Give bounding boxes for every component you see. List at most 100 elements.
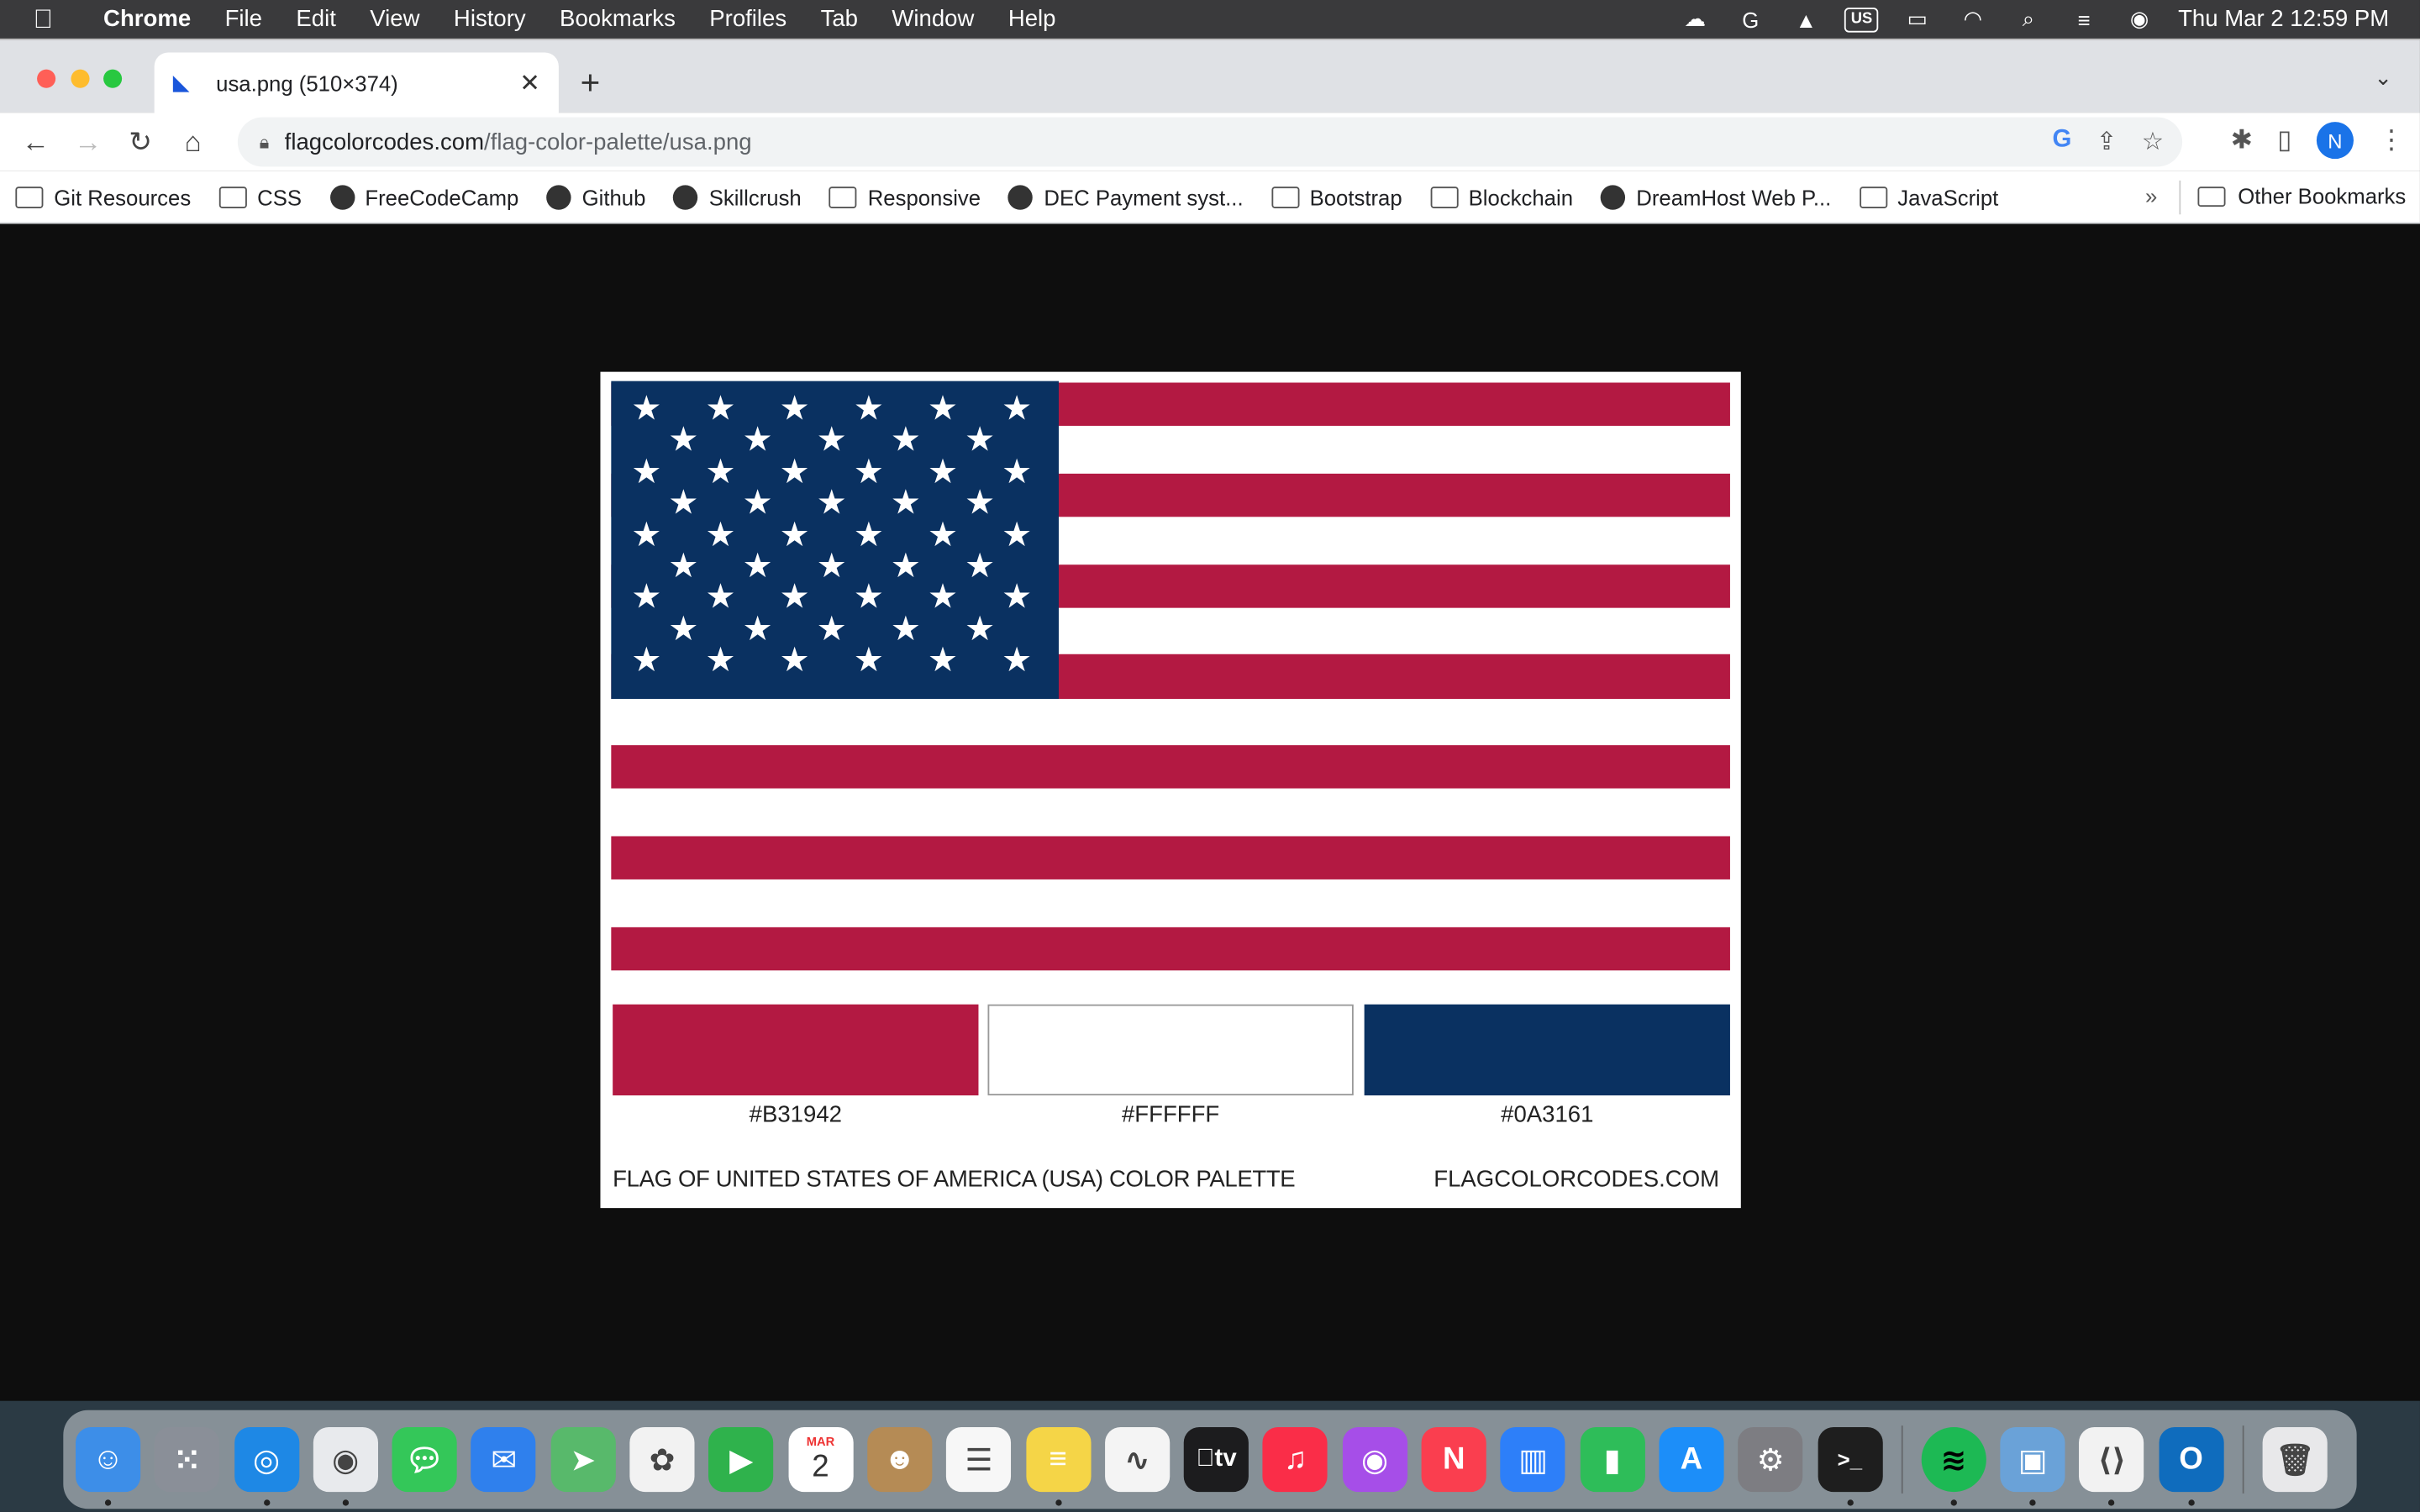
finder-icon[interactable]: ☺	[75, 1426, 141, 1506]
system-settings-icon[interactable]: ⚙	[1738, 1426, 1803, 1493]
menu-profiles[interactable]: Profiles	[692, 0, 803, 39]
flag-star: ★	[779, 516, 810, 555]
mail-icon[interactable]: ✉	[471, 1426, 537, 1493]
reload-icon[interactable]: ↻	[114, 126, 166, 159]
menu-file[interactable]: File	[208, 0, 279, 39]
flag-star: ★	[668, 422, 699, 461]
bookmark-item[interactable]: Responsive	[829, 184, 981, 209]
bookmark-item[interactable]: DEC Payment syst...	[1008, 184, 1244, 209]
bookmark-item[interactable]: Git Resources	[15, 184, 191, 209]
freecodecamp-icon	[329, 184, 355, 209]
bookmark-item[interactable]: JavaScript	[1859, 184, 1998, 209]
address-bar[interactable]: 🔒︎ flagcolorcodes.com /flag-color-palett…	[237, 117, 2183, 167]
profile-avatar[interactable]: N	[2316, 122, 2354, 160]
spotlight-search-icon[interactable]: ⌕	[2012, 6, 2045, 31]
bookmark-item[interactable]: CSS	[218, 184, 302, 209]
extensions-puzzle-icon[interactable]: ✱	[2231, 125, 2253, 156]
page-content: ★ ★ ★ ★ ★ ★ ★ ★ ★ ★ ★ ★ ★ ★ ★ ★ ★ ★ ★ ★ ★ ★ ★ ★ ★ ★ ★ ★ ★ ★ ★ ★ ★ ★ ★ ★ ★ ★ ★ ★…	[0, 225, 2420, 1401]
photos-icon[interactable]: ✿	[629, 1426, 695, 1493]
music-icon[interactable]: ♫	[1263, 1426, 1328, 1493]
close-tab-icon[interactable]: ✕	[519, 68, 540, 99]
outlook-icon[interactable]: O	[2159, 1426, 2224, 1506]
input-source-badge[interactable]: US	[1844, 7, 1879, 32]
flag-star: ★	[816, 422, 847, 461]
bookmark-label: DEC Payment syst...	[1044, 184, 1244, 209]
spotify-icon[interactable]: ≋	[1921, 1426, 1986, 1506]
swatch-red	[613, 1004, 979, 1096]
facetime-icon[interactable]: ▶	[708, 1426, 774, 1493]
maps-icon[interactable]: ➤	[550, 1426, 616, 1493]
bookmark-item[interactable]: Github	[546, 184, 645, 209]
podcasts-icon[interactable]: ◉	[1342, 1426, 1407, 1493]
chrome-menu-icon[interactable]: ⋮	[2378, 125, 2404, 156]
menu-app-name[interactable]: Chrome	[87, 0, 208, 39]
menu-window[interactable]: Window	[875, 0, 991, 39]
menu-view[interactable]: View	[353, 0, 437, 39]
menubar-clock[interactable]: Thu Mar 2 12:59 PM	[2178, 6, 2389, 32]
close-window-button[interactable]	[37, 69, 56, 88]
trash-icon[interactable]: 🗑︎	[2262, 1426, 2328, 1493]
forward-icon[interactable]: →	[61, 126, 113, 159]
terminal-icon[interactable]: >_	[1817, 1426, 1882, 1506]
swatch-label-white: #FFFFFF	[1121, 1101, 1220, 1128]
flag-star: ★	[779, 642, 810, 681]
tab-search-chevron-icon[interactable]: ⌄	[2374, 65, 2392, 91]
bookmark-item[interactable]: Bootstrap	[1270, 184, 1402, 209]
menu-history[interactable]: History	[437, 0, 543, 39]
freeform-icon[interactable]: ∿	[1104, 1426, 1170, 1493]
preview-icon[interactable]: ▣	[2000, 1426, 2065, 1506]
side-panel-icon[interactable]: ▯	[2277, 125, 2291, 156]
bookmark-star-icon[interactable]: ☆	[2142, 127, 2164, 158]
fullscreen-window-button[interactable]	[103, 69, 123, 88]
tab-active[interactable]: ◣ usa.png (510×374) ✕	[154, 52, 559, 114]
vscode-icon[interactable]: ⟨⟩	[2079, 1426, 2144, 1506]
toolbar-right: ✱ ▯ N ⋮	[2231, 122, 2405, 160]
flag-star: ★	[890, 548, 922, 586]
dock-separator	[1901, 1425, 1903, 1494]
reminders-icon[interactable]: ☰	[946, 1426, 1012, 1493]
running-indicator	[2187, 1499, 2195, 1506]
safari-icon[interactable]: ◎	[234, 1426, 299, 1506]
grammarly-icon[interactable]: G	[1733, 7, 1767, 31]
bookmark-item[interactable]: Skillcrush	[673, 184, 802, 209]
chrome-icon[interactable]: ◉	[313, 1426, 378, 1506]
news-icon[interactable]: N	[1421, 1426, 1486, 1493]
menu-help[interactable]: Help	[992, 0, 1073, 39]
messages-icon[interactable]: 💬︎	[392, 1426, 458, 1493]
bookmark-item[interactable]: Blockchain	[1429, 184, 1573, 209]
bookmark-item[interactable]: DreamHost Web P...	[1601, 184, 1831, 209]
menu-edit[interactable]: Edit	[279, 0, 353, 39]
control-center-icon[interactable]: ≡	[2067, 7, 2101, 31]
battery-icon[interactable]: ▭	[1900, 6, 1933, 31]
menu-tab[interactable]: Tab	[803, 0, 875, 39]
numbers-icon[interactable]: ▮	[1580, 1426, 1645, 1493]
drive-icon[interactable]: ▲	[1789, 7, 1823, 31]
share-icon[interactable]: ⇪	[2096, 127, 2118, 158]
site-favicon-icon: ◣	[172, 69, 190, 95]
tab-title: usa.png (510×374)	[216, 71, 398, 96]
back-icon[interactable]: ←	[9, 126, 61, 159]
new-tab-icon[interactable]: +	[581, 63, 601, 103]
creative-cloud-icon[interactable]: ☁	[1678, 6, 1712, 31]
bookmarks-overflow-icon[interactable]: »	[2145, 184, 2157, 208]
other-bookmarks-folder[interactable]: Other Bookmarks	[2197, 184, 2406, 208]
lock-icon[interactable]: 🔒︎	[260, 130, 270, 154]
tv-icon[interactable]: tv	[1184, 1426, 1249, 1493]
contacts-icon[interactable]: ☻	[867, 1426, 933, 1493]
keynote-icon[interactable]: ▥	[1500, 1426, 1566, 1493]
home-icon[interactable]: ⌂	[166, 126, 218, 159]
bookmark-item[interactable]: FreeCodeCamp	[329, 184, 518, 209]
launchpad-icon[interactable]: ⁙	[155, 1426, 220, 1493]
siri-icon[interactable]: ◉	[2123, 6, 2156, 31]
minimize-window-button[interactable]	[71, 69, 90, 88]
google-lens-icon[interactable]: G	[2052, 127, 2071, 158]
palette-caption: FLAG OF UNITED STATES OF AMERICA (USA) C…	[613, 1166, 1296, 1193]
folder-icon	[15, 186, 44, 208]
calendar-icon[interactable]: MAR 2	[787, 1426, 854, 1493]
notes-icon[interactable]: ≡	[1025, 1426, 1091, 1506]
menu-bookmarks[interactable]: Bookmarks	[543, 0, 692, 39]
running-indicator	[263, 1499, 270, 1506]
apple-menu-icon[interactable]: 	[0, 4, 87, 35]
app-store-icon[interactable]: A	[1659, 1426, 1724, 1493]
wifi-icon[interactable]: ◠	[1956, 6, 1990, 31]
